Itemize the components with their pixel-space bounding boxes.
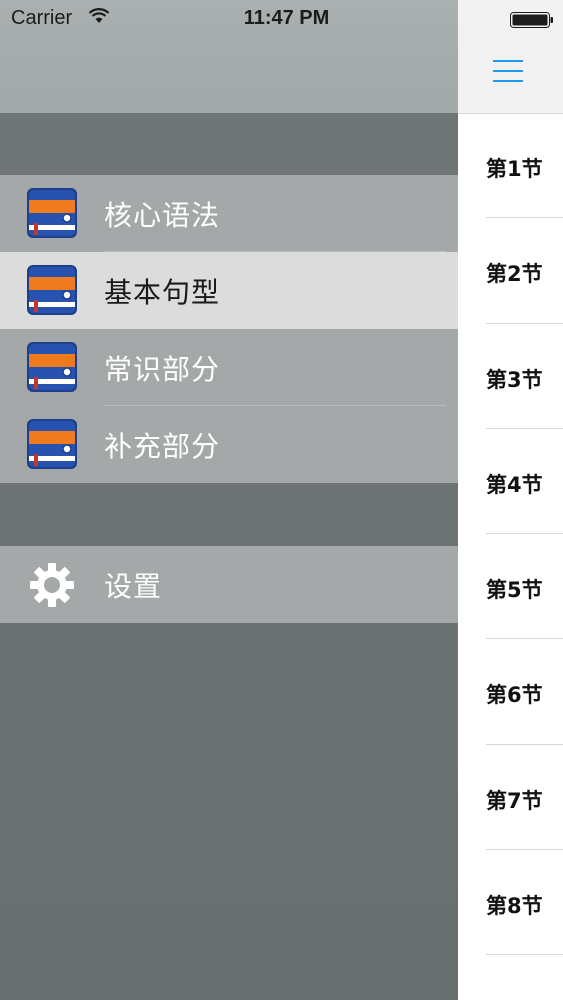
section-list: 第1节 第2节 第3节 第4节 第5节 第6节 第7节 第8节 xyxy=(458,113,563,956)
book-icon xyxy=(27,265,77,315)
menu-item-label: 补充部分 xyxy=(104,429,221,463)
list-item[interactable]: 第4节 xyxy=(458,429,563,535)
section-label: 第7节 xyxy=(486,788,543,813)
divider xyxy=(486,954,563,956)
list-item[interactable]: 第7节 xyxy=(458,745,563,851)
section-label: 第4节 xyxy=(486,472,543,497)
list-item[interactable]: 第8节 xyxy=(458,850,563,956)
list-item[interactable]: 第5节 xyxy=(458,534,563,640)
side-drawer: 核心语法 基本句型 常识部分 补充部分 设置 xyxy=(0,0,458,1000)
settings-menu: 设置 xyxy=(0,546,458,623)
menu-item-common-knowledge[interactable]: 常识部分 xyxy=(0,329,458,406)
book-menu: 核心语法 基本句型 常识部分 补充部分 xyxy=(0,175,458,483)
menu-item-settings[interactable]: 设置 xyxy=(0,546,458,623)
list-item[interactable]: 第3节 xyxy=(458,324,563,429)
clock: 11:47 PM xyxy=(243,7,330,29)
section-label: 第1节 xyxy=(486,157,543,181)
book-icon xyxy=(27,188,77,238)
section-label: 第3节 xyxy=(486,367,543,392)
section-label: 第2节 xyxy=(486,262,543,287)
menu-item-label: 基本句型 xyxy=(104,275,221,309)
section-label: 第8节 xyxy=(486,894,543,919)
list-item[interactable]: 第2节 xyxy=(458,218,563,324)
menu-item-label: 设置 xyxy=(104,569,163,603)
section-label: 第6节 xyxy=(486,683,543,708)
gear-icon xyxy=(30,563,74,607)
menu-item-supplementary[interactable]: 补充部分 xyxy=(0,406,458,483)
battery-icon xyxy=(510,12,553,28)
menu-item-label: 核心语法 xyxy=(104,198,221,232)
list-item[interactable]: 第1节 xyxy=(458,113,563,219)
section-label: 第5节 xyxy=(486,578,543,603)
book-icon xyxy=(27,419,77,469)
list-item[interactable]: 第6节 xyxy=(458,639,563,745)
menu-item-basic-sentence-patterns[interactable]: 基本句型 xyxy=(0,252,458,329)
status-bar: Carrier 11:47 PM xyxy=(0,0,563,40)
book-icon xyxy=(27,342,77,392)
menu-item-core-grammar[interactable]: 核心语法 xyxy=(0,175,458,252)
menu-item-label: 常识部分 xyxy=(104,352,221,386)
content-panel: 第1节 第2节 第3节 第4节 第5节 第6节 第7节 第8节 xyxy=(458,0,563,1000)
hamburger-icon[interactable] xyxy=(493,59,523,83)
